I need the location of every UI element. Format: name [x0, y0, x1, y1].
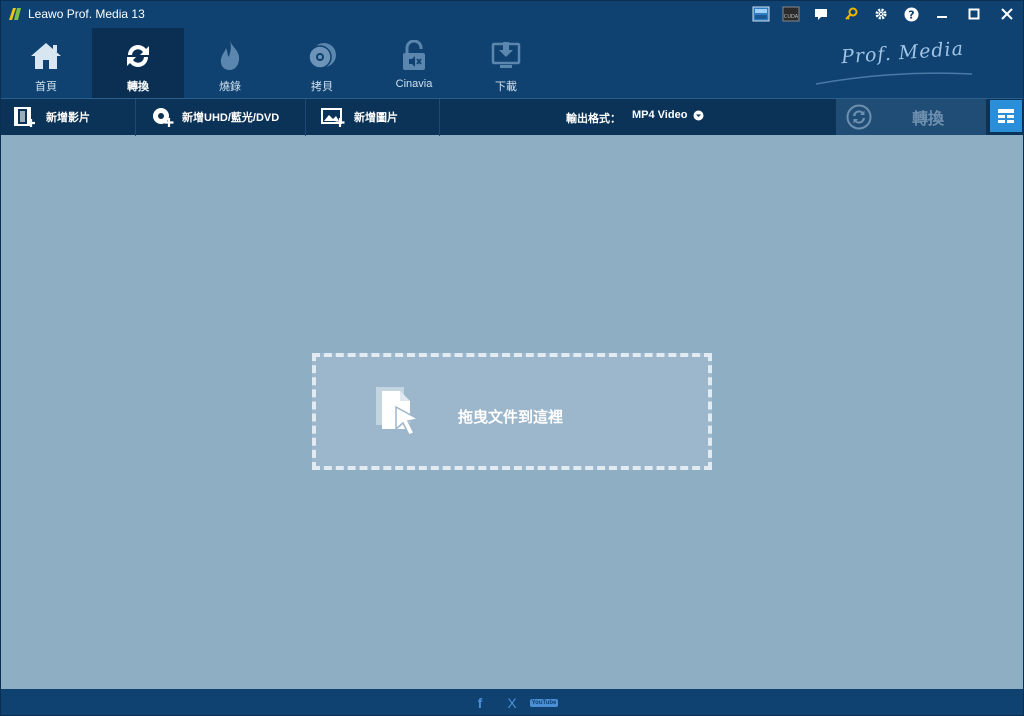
cuda-icon[interactable]: CUDA: [776, 0, 806, 28]
cinavia-icon: [396, 39, 432, 73]
svg-text:?: ?: [908, 8, 914, 21]
app-logo-icon: [9, 8, 21, 20]
title-bar: Leawo Prof. Media 13 CUDA ?: [0, 0, 1024, 28]
download-icon: [488, 39, 524, 73]
drop-zone-text: 拖曳文件到這裡: [458, 409, 564, 426]
add-video-button[interactable]: 新增影片: [0, 98, 136, 136]
module-copy-label: 拷貝: [311, 81, 333, 93]
module-home[interactable]: 首頁: [0, 28, 92, 98]
add-disc-label: 新增UHD/藍光/DVD: [182, 112, 280, 124]
film-add-icon: [10, 105, 40, 129]
window-title: Leawo Prof. Media 13: [28, 7, 145, 21]
module-burn-label: 燒錄: [219, 81, 241, 93]
hardware-accel-icon[interactable]: [746, 0, 776, 28]
drag-file-icon: [376, 387, 421, 436]
key-icon[interactable]: [836, 0, 866, 28]
chat-icon[interactable]: [806, 0, 836, 28]
disc-add-icon: [148, 105, 178, 129]
convert-circle-icon: [846, 104, 872, 130]
facebook-icon[interactable]: f: [464, 689, 496, 716]
module-convert[interactable]: 轉換: [92, 28, 184, 98]
module-convert-label: 轉換: [127, 81, 149, 93]
add-disc-button[interactable]: 新增UHD/藍光/DVD: [136, 98, 306, 136]
title-bar-controls: CUDA ?: [746, 0, 1024, 28]
burn-icon: [212, 39, 248, 73]
photo-add-icon: [318, 105, 348, 129]
youtube-icon[interactable]: YouTube: [528, 689, 560, 716]
convert-label: 轉換: [912, 111, 945, 128]
add-photo-button[interactable]: 新增圖片: [306, 98, 440, 136]
brand-swoosh: [815, 72, 973, 85]
module-cinavia-label: Cinavia: [395, 78, 433, 90]
output-format-value: MP4 Video: [632, 109, 688, 121]
list-view-button[interactable]: [990, 100, 1022, 132]
youtube-glyph: YouTube: [529, 698, 559, 707]
cuda-label: CUDA: [784, 14, 799, 20]
facebook-glyph: f: [477, 694, 483, 711]
maximize-icon[interactable]: [958, 0, 990, 28]
convert-icon: [120, 39, 156, 73]
footer: f X YouTube: [0, 689, 1024, 716]
x-glyph: X: [507, 694, 517, 711]
home-icon: [28, 39, 64, 73]
x-icon[interactable]: X: [496, 689, 528, 716]
convert-button[interactable]: 轉換: [836, 99, 986, 135]
module-download-label: 下載: [495, 81, 517, 93]
minimize-icon[interactable]: [926, 0, 958, 28]
module-burn[interactable]: 燒錄: [184, 28, 276, 98]
chevron-down-icon: [693, 110, 704, 120]
add-video-label: 新增影片: [46, 112, 90, 124]
list-view-icon: [998, 109, 1014, 123]
drop-zone[interactable]: 拖曳文件到這裡: [312, 353, 712, 470]
help-icon[interactable]: ?: [896, 0, 926, 28]
gear-icon[interactable]: [866, 0, 896, 28]
output-format-label: 輸出格式：: [566, 113, 621, 125]
close-icon[interactable]: [990, 0, 1024, 28]
copy-disc-icon: [304, 39, 340, 73]
module-cinavia[interactable]: Cinavia: [368, 28, 460, 98]
module-download[interactable]: 下載: [460, 28, 552, 98]
output-format-dropdown[interactable]: MP4 Video: [632, 109, 704, 121]
module-copy[interactable]: 拷貝: [276, 28, 368, 98]
module-home-label: 首頁: [35, 81, 57, 93]
add-photo-label: 新增圖片: [354, 112, 398, 124]
